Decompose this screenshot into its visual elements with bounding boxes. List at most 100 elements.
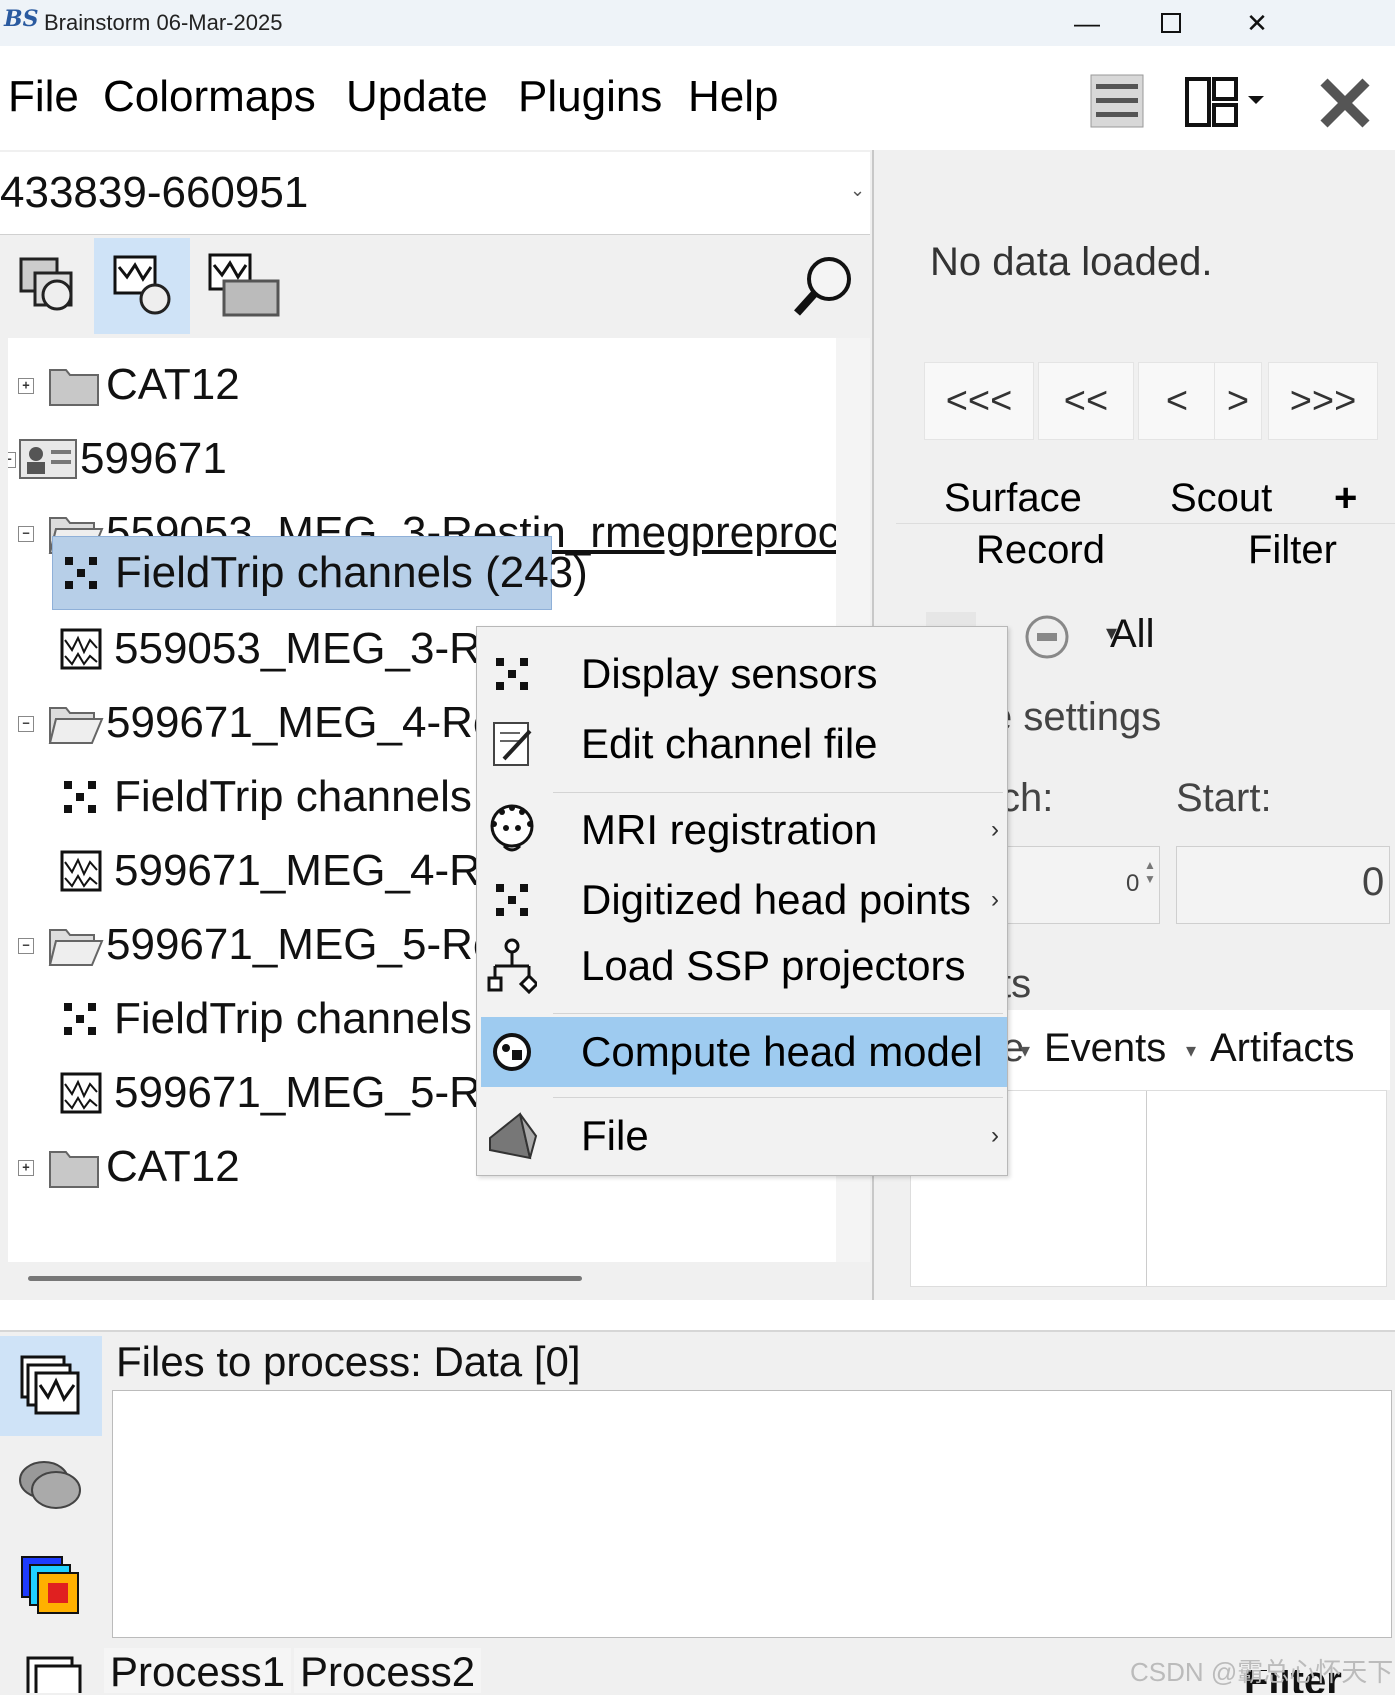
app-logo: BS	[4, 6, 39, 32]
menu-item-mri-registration[interactable]: MRI registration ›	[477, 795, 1007, 865]
close-button[interactable]: ✕	[1212, 0, 1302, 46]
menu-item-label: File	[581, 1112, 649, 1159]
process-data-button[interactable]	[0, 1336, 102, 1436]
epoch-label: ch:	[1000, 776, 1054, 820]
menu-separator	[553, 1097, 1003, 1098]
tab-process2[interactable]: Process2	[294, 1648, 482, 1695]
collapse-icon[interactable]: −	[8, 452, 16, 468]
tree-horizontal-scroll-thumb[interactable]	[28, 1276, 582, 1281]
minimize-button[interactable]: —	[1042, 0, 1132, 46]
tab-record[interactable]: Record	[976, 528, 1105, 573]
watermark: CSDN @霸总心怀天下	[1130, 1657, 1394, 1687]
functional-data-folder-button[interactable]	[196, 238, 292, 334]
recording-icon	[60, 850, 102, 892]
display-sensors-icon	[477, 654, 547, 694]
files-to-process-list[interactable]	[112, 1390, 1392, 1638]
menu-item-edit-channel-file[interactable]: Edit channel file	[477, 709, 1007, 779]
process-matrix-button[interactable]	[0, 1636, 102, 1693]
folder-icon	[49, 1151, 99, 1188]
collapse-icon[interactable]: −	[18, 526, 34, 542]
start-value: 0	[1362, 860, 1385, 904]
functional-data-view-button[interactable]	[94, 238, 190, 334]
tab-add[interactable]: +	[1334, 476, 1357, 521]
tab-scout[interactable]: Scout	[1170, 476, 1272, 521]
expand-icon[interactable]: +	[18, 378, 34, 394]
expand-icon[interactable]: +	[18, 1160, 34, 1176]
layout-list-button[interactable]	[1090, 74, 1144, 128]
timefreq-icon	[21, 1556, 79, 1614]
tree-item-channels-selected[interactable]: FieldTrip channels (243)	[52, 536, 588, 610]
nav-first-button[interactable]: <<<	[924, 362, 1034, 440]
matrix-icon	[26, 1656, 82, 1693]
menu-colormaps[interactable]: Colormaps	[103, 72, 316, 122]
collapse-icon[interactable]: −	[18, 716, 34, 732]
montage-button[interactable]	[1024, 614, 1070, 665]
file-icon	[477, 1108, 547, 1164]
epoch-value: 0	[1126, 870, 1140, 897]
start-label: Start:	[1176, 776, 1272, 820]
open-folder-icon	[48, 707, 104, 744]
menu-separator	[553, 792, 1003, 793]
tree-item-label: FieldTrip channels	[114, 772, 472, 821]
menu-item-display-sensors[interactable]: Display sensors	[477, 639, 1007, 709]
recording-icon	[60, 628, 102, 670]
menu-item-label: Compute head model	[581, 1028, 983, 1075]
tab-surface[interactable]: Surface	[944, 476, 1082, 521]
submenu-arrow-icon: ›	[991, 1122, 999, 1149]
files-to-process-label: Files to process: Data [0]	[116, 1338, 581, 1385]
start-field[interactable]	[1176, 846, 1390, 924]
tree-item-label: 599671_MEG_4-R	[114, 846, 481, 895]
menu-separator	[553, 1013, 1003, 1014]
menu-item-label: Edit channel file	[581, 720, 878, 767]
search-button[interactable]	[776, 238, 872, 334]
spinner-arrows-icon[interactable]: ▲ ▼	[1144, 858, 1156, 886]
window-layout-button[interactable]	[1184, 76, 1274, 130]
submenu-arrow-icon: ›	[991, 886, 999, 913]
functional-data-folder-icon	[208, 253, 280, 317]
tab-process1[interactable]: Process1	[104, 1648, 292, 1695]
maximize-button[interactable]	[1126, 0, 1216, 46]
tree-item-label: 599671	[80, 434, 227, 483]
menu-help[interactable]: Help	[688, 72, 779, 122]
menu-update[interactable]: Update	[346, 72, 488, 122]
minimize-icon: —	[1074, 7, 1100, 38]
window-layout-icon	[1185, 77, 1264, 127]
events-menu[interactable]: Events	[1044, 1026, 1166, 1071]
tree-item-label: CAT12	[106, 1142, 240, 1191]
ssp-projectors-icon	[477, 938, 547, 994]
context-menu: Display sensors Edit channel file MRI re…	[476, 626, 1008, 1176]
montage-selection[interactable]: All	[1110, 612, 1154, 657]
menu-file[interactable]: File	[8, 72, 79, 122]
functional-data-view-icon	[113, 255, 171, 315]
tree-item-label: CAT12	[106, 360, 240, 409]
channels-icon	[65, 557, 97, 589]
process-sources-button[interactable]	[0, 1436, 102, 1536]
tab-filter[interactable]: Filter	[1248, 528, 1337, 573]
layout-list-icon	[1090, 74, 1144, 128]
tree-item-label: 559053_MEG_3-R	[114, 624, 481, 673]
artifacts-menu[interactable]: Artifacts	[1210, 1026, 1354, 1071]
menu-item-digitized-head-points[interactable]: Digitized head points ›	[477, 865, 1007, 935]
menu-item-label: Digitized head points	[581, 876, 971, 923]
chevron-down-icon[interactable]: ⌄	[850, 180, 865, 201]
nav-prev-fast-button[interactable]: <<	[1038, 362, 1134, 440]
chevron-down-icon: ▾	[1020, 1040, 1031, 1062]
window-title: Brainstorm 06-Mar-2025	[44, 10, 283, 35]
menu-item-file[interactable]: File ›	[477, 1101, 1007, 1171]
close-all-button[interactable]	[1318, 76, 1372, 130]
anatomy-view-button[interactable]	[0, 238, 96, 334]
nav-prev-button[interactable]: <	[1138, 362, 1216, 440]
subject-icon	[19, 439, 77, 479]
recording-icon	[60, 1072, 102, 1114]
process-timefreq-button[interactable]	[0, 1536, 102, 1636]
nav-last-button[interactable]: >>>	[1268, 362, 1378, 440]
mri-registration-icon	[477, 802, 547, 858]
menu-item-load-ssp-projectors[interactable]: Load SSP projectors	[477, 931, 1007, 1001]
menu-item-compute-head-model[interactable]: Compute head model	[481, 1017, 1007, 1087]
tree-item-label: 599671_MEG_5-Re	[106, 920, 498, 969]
folder-icon	[49, 369, 99, 406]
montage-icon	[1025, 615, 1069, 659]
collapse-icon[interactable]: −	[18, 938, 34, 954]
menu-plugins[interactable]: Plugins	[518, 72, 662, 122]
nav-next-button[interactable]: >	[1214, 362, 1262, 440]
